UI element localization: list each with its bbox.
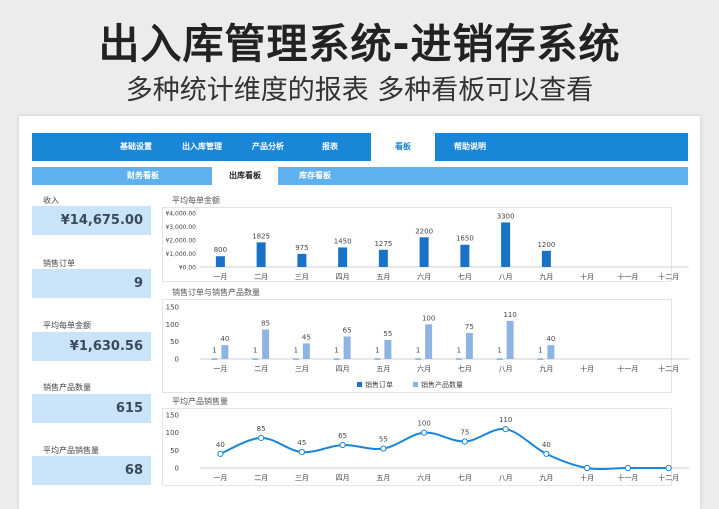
dashboard-card: 基础设置 出入库管理 产品分析 报表 看板 帮助说明 财务看板 出库看板 库存看… [19, 116, 700, 509]
chart-title-orders-qty: 销售订单与销售产品数量 [172, 288, 260, 297]
chart-title-avg-order: 平均每单金额 [172, 196, 220, 205]
nav-item-product-analysis[interactable]: 产品分析 [236, 133, 300, 161]
subnav-item-outbound[interactable]: 出库看板 [212, 167, 278, 185]
hero-subtitle: 多种统计维度的报表 多种看板可以查看 [125, 75, 594, 106]
chart-panel-avg-qty [162, 408, 672, 486]
chart-title-avg-qty: 平均产品销售量 [172, 397, 228, 406]
kpi-label-revenue: 收入 [43, 196, 59, 205]
nav-item-dashboard[interactable]: 看板 [371, 133, 435, 161]
nav-item-reports[interactable]: 报表 [300, 133, 360, 161]
chart-panel-orders-qty [162, 299, 672, 393]
chart-panel-avg-order [162, 207, 672, 282]
nav-item-basic-settings[interactable]: 基础设置 [104, 133, 168, 161]
subnav-item-finance[interactable]: 财务看板 [112, 167, 174, 185]
hero-title: 出入库管理系统-进销存系统 [98, 20, 621, 68]
kpi-label-avg-order: 平均每单金额 [43, 321, 91, 330]
sub-nav: 财务看板 出库看板 库存看板 [32, 167, 688, 185]
kpi-label-avg-qty: 平均产品销售量 [43, 446, 99, 455]
kpi-value-qty: 615 [32, 394, 151, 423]
kpi-value-orders: 9 [32, 269, 151, 298]
nav-item-inout-management[interactable]: 出入库管理 [168, 133, 236, 161]
nav-item-help[interactable]: 帮助说明 [435, 133, 505, 161]
kpi-value-revenue: ¥14,675.00 [32, 206, 151, 235]
kpi-label-qty: 销售产品数量 [43, 383, 91, 392]
kpi-value-avg-qty: 68 [32, 456, 151, 485]
kpi-label-orders: 销售订单 [43, 259, 75, 268]
top-nav: 基础设置 出入库管理 产品分析 报表 看板 帮助说明 [32, 133, 688, 161]
subnav-item-inventory[interactable]: 库存看板 [282, 167, 348, 185]
kpi-value-avg-order: ¥1,630.56 [32, 332, 151, 361]
